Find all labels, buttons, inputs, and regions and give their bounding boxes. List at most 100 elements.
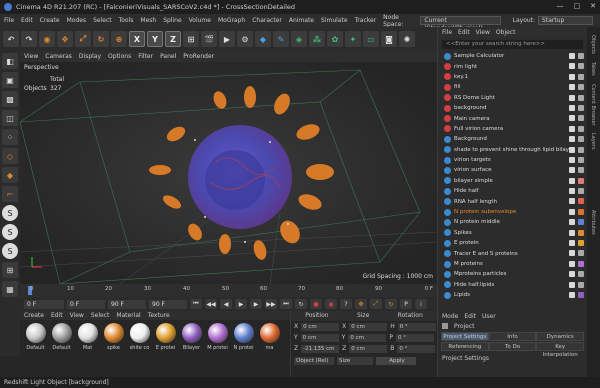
scene-icon[interactable]: ▭ [363, 31, 379, 47]
node-space-select[interactable]: Current (Standard/Physical) [420, 16, 501, 32]
pos-field[interactable]: 0 cm [301, 322, 340, 331]
coordinate-system-icon[interactable]: ⊞ [183, 31, 199, 47]
menu-select[interactable]: Select [93, 17, 112, 24]
locked-workplane-icon[interactable]: ⊞ [2, 262, 18, 278]
object-row[interactable]: M proteins [438, 259, 587, 269]
object-row[interactable]: Spikes [438, 228, 587, 238]
end-frame-field[interactable]: 90 F [108, 299, 146, 309]
prev-key-icon[interactable]: ◀◀ [205, 299, 217, 309]
next-frame-icon[interactable]: ▶ [250, 299, 262, 309]
render-picture-viewer-icon[interactable]: ▶ [219, 31, 235, 47]
rot-field[interactable]: 0 ° [397, 322, 436, 331]
recent-tool-icon[interactable]: ⊕ [111, 31, 127, 47]
material-swatch[interactable]: Bilayer [180, 323, 203, 351]
obj-menu-edit[interactable]: Edit [458, 29, 470, 36]
material-swatch[interactable]: Mat [76, 323, 99, 351]
obj-menu-file[interactable]: File [442, 29, 452, 36]
attr-menu-mode[interactable]: Mode [442, 313, 458, 320]
material-tag-icon[interactable] [578, 208, 584, 215]
camera-icon[interactable]: ◙ [381, 31, 397, 47]
render-settings-icon[interactable]: ⚙ [237, 31, 253, 47]
keyframe-selection-icon[interactable]: ? [340, 299, 352, 309]
visibility-check-icon[interactable] [569, 291, 575, 298]
maximize-button[interactable]: □ [574, 2, 581, 10]
material-swatch[interactable]: E protei [154, 323, 177, 351]
material-tag-icon[interactable] [578, 188, 584, 195]
scale-key-icon[interactable]: ⤢ [370, 299, 382, 309]
menu-modes[interactable]: Modes [67, 17, 86, 24]
record-icon[interactable]: ● [310, 299, 322, 309]
next-key-icon[interactable]: ▶▶ [265, 299, 277, 309]
tab-dynamics[interactable]: Dynamics [536, 332, 585, 341]
material-tag-icon[interactable] [578, 229, 584, 236]
object-row[interactable]: rim light [438, 61, 587, 71]
snap-icon[interactable]: S [2, 205, 18, 221]
object-row[interactable]: background [438, 103, 587, 113]
tab-todo[interactable]: To Do [488, 342, 537, 351]
pos-field[interactable]: 0 cm [300, 333, 339, 342]
mat-menu-material[interactable]: Material [116, 312, 140, 319]
visibility-check-icon[interactable] [569, 229, 575, 236]
position-key-icon[interactable]: ✥ [355, 299, 367, 309]
current-frame-field[interactable]: 0 F [67, 299, 105, 309]
menu-mesh[interactable]: Mesh [140, 17, 156, 24]
scale-icon[interactable]: ⤢ [75, 31, 91, 47]
viewport[interactable]: Perspective Total Objects 327 Grid Spaci… [20, 62, 437, 284]
object-row[interactable]: E protein [438, 238, 587, 248]
visibility-check-icon[interactable] [569, 281, 575, 288]
points-mode-icon[interactable]: ⁘ [2, 129, 18, 145]
visibility-check-icon[interactable] [569, 250, 575, 257]
layout-select[interactable]: Startup [538, 16, 593, 25]
object-row[interactable]: key.1 [438, 72, 587, 82]
material-tag-icon[interactable] [578, 104, 584, 111]
autokey-icon[interactable]: ◉ [325, 299, 337, 309]
timeline-ruler[interactable]: 0 10 20 30 40 50 60 70 80 90 0 F [20, 284, 437, 297]
rot-field[interactable]: 0 ° [397, 344, 436, 353]
texture-mode-icon[interactable]: ▩ [2, 91, 18, 107]
viewport-menu-filter[interactable]: Filter [138, 53, 153, 60]
menu-animate[interactable]: Animate [289, 17, 314, 24]
size-field[interactable]: 0 cm [349, 344, 388, 353]
material-tag-icon[interactable] [578, 136, 584, 143]
material-swatch[interactable]: ma [258, 323, 281, 351]
go-to-end-icon[interactable]: ⏭ [280, 299, 292, 309]
menu-volume[interactable]: Volume [189, 17, 211, 24]
prev-frame-icon[interactable]: ◀ [220, 299, 232, 309]
attr-menu-user[interactable]: User [482, 313, 496, 320]
object-row[interactable]: Hide half.lipids [438, 280, 587, 290]
visibility-check-icon[interactable] [569, 104, 575, 111]
loop-icon[interactable]: ↻ [295, 299, 307, 309]
object-row[interactable]: Full virion camera [438, 124, 587, 134]
workplane-icon[interactable]: ◫ [2, 110, 18, 126]
visibility-check-icon[interactable] [569, 177, 575, 184]
material-tag-icon[interactable] [578, 260, 584, 267]
material-swatch[interactable]: M protei [206, 323, 229, 351]
minimize-button[interactable]: — [557, 2, 564, 10]
viewport-menu-view[interactable]: View [24, 53, 38, 60]
tab-takes[interactable]: Takes [590, 62, 596, 76]
planar-workplane-icon[interactable]: ▦ [2, 281, 18, 297]
menu-tools[interactable]: Tools [119, 17, 134, 24]
start-frame-field[interactable]: 0 F [24, 299, 64, 309]
material-tag-icon[interactable] [578, 84, 584, 91]
size-field[interactable]: 0 cm [349, 322, 388, 331]
material-swatch[interactable]: Default [50, 323, 73, 351]
menu-tracker[interactable]: Tracker [355, 17, 377, 24]
visibility-check-icon[interactable] [569, 136, 575, 143]
polygons-mode-icon[interactable]: ◆ [2, 167, 18, 183]
live-select-icon[interactable]: ◉ [39, 31, 55, 47]
size-mode-select[interactable]: Size [337, 356, 373, 365]
visibility-check-icon[interactable] [569, 125, 575, 132]
preview-end-field[interactable]: 90 F [149, 299, 187, 309]
render-view-icon[interactable]: 🎬 [201, 31, 217, 47]
material-tag-icon[interactable] [578, 281, 584, 288]
object-row[interactable]: Main camera [438, 113, 587, 123]
object-row[interactable]: N protein subenvelope [438, 207, 587, 217]
close-button[interactable]: ✕ [590, 2, 596, 10]
z-axis-button[interactable]: Z [165, 31, 181, 47]
material-tag-icon[interactable] [578, 73, 584, 80]
material-tag-icon[interactable] [578, 156, 584, 163]
material-swatch[interactable]: N protei [232, 323, 255, 351]
tab-objects[interactable]: Objects [590, 35, 596, 54]
visibility-check-icon[interactable] [569, 63, 575, 70]
